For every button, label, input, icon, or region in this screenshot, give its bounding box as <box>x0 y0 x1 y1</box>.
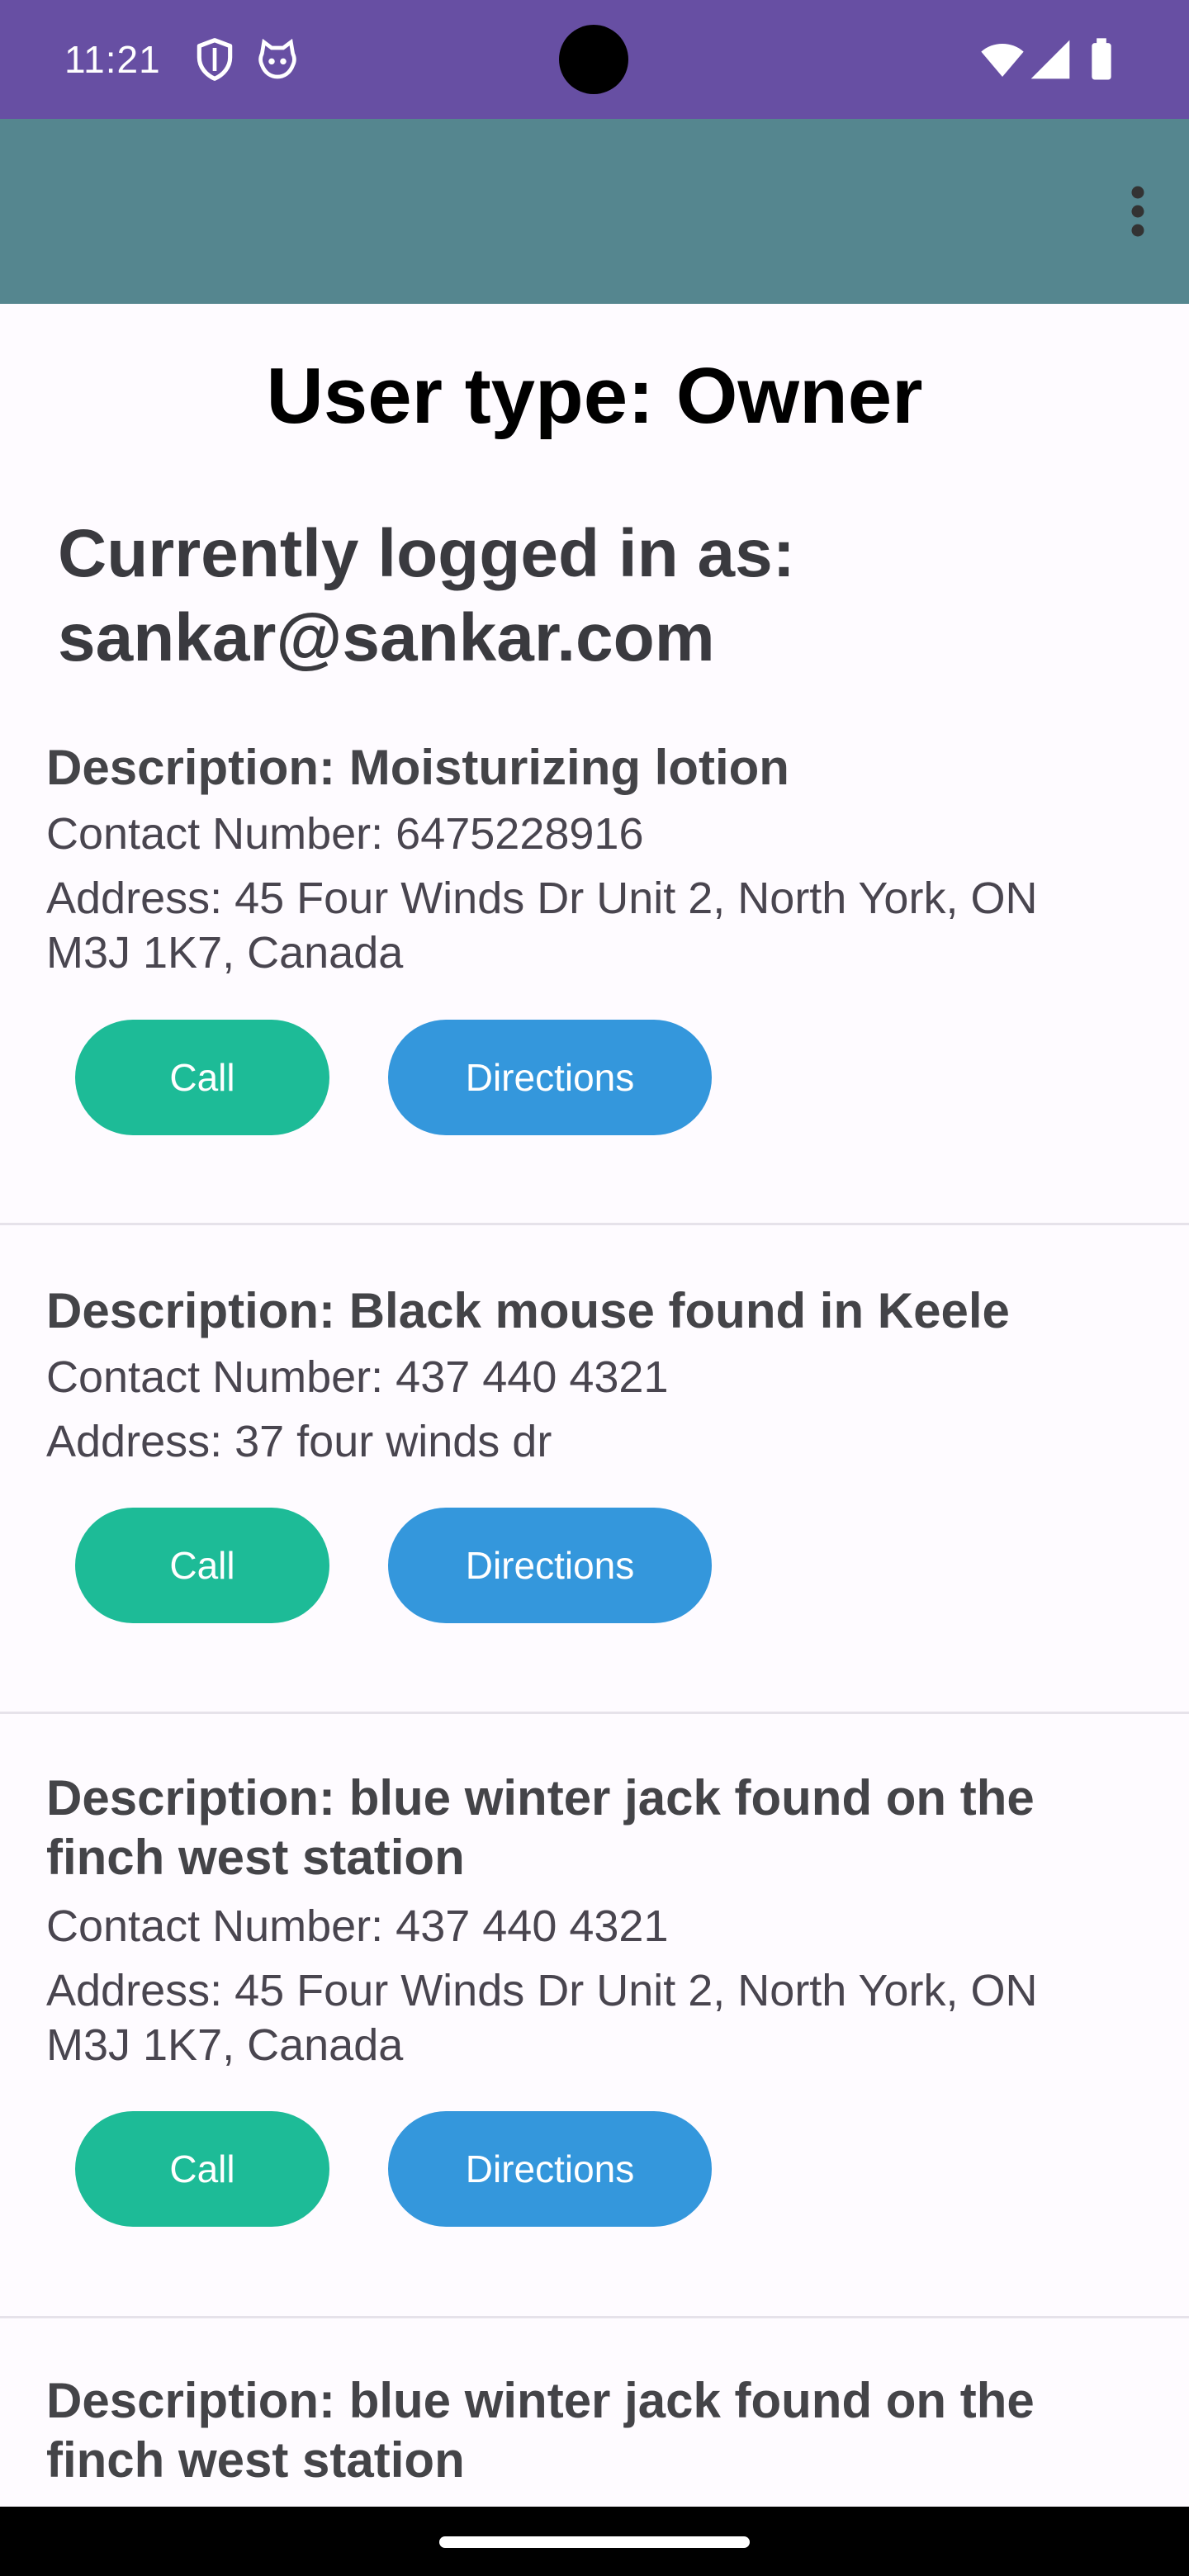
overflow-menu-button[interactable] <box>1105 165 1171 258</box>
listing-address: Address: 37 four winds dr <box>46 1417 552 1466</box>
directions-button[interactable]: Directions <box>388 1020 712 1135</box>
listing-address: Address: 45 Four Winds Dr Unit 2, North … <box>46 1966 1038 2070</box>
content-area[interactable]: User type: Owner Currently logged in as:… <box>0 304 1189 2507</box>
battery-icon <box>1092 38 1111 80</box>
shield-icon <box>197 38 233 81</box>
directions-button[interactable]: Directions <box>388 1508 712 1623</box>
call-button[interactable]: Call <box>75 1020 329 1135</box>
wifi-icon <box>981 44 1024 77</box>
user-type-heading: User type: Owner <box>266 352 923 440</box>
listing-description: Description: Moisturizing lotion <box>46 740 789 795</box>
cellular-signal-icon <box>1030 40 1070 79</box>
listing-description: Description: blue winter jack found on t… <box>46 1770 1035 1885</box>
directions-button[interactable]: Directions <box>388 2111 712 2227</box>
listing-address: Address: 45 Four Winds Dr Unit 2, North … <box>46 874 1038 978</box>
status-bar: 11:21 <box>0 0 1189 119</box>
home-gesture-handle[interactable] <box>439 2536 750 2548</box>
cat-face-icon <box>258 38 296 79</box>
camera-cutout <box>559 25 628 94</box>
call-button[interactable]: Call <box>75 2111 329 2227</box>
listing-contact: Contact Number: 437 440 4321 <box>46 1901 669 1951</box>
listing-description: Description: Black mouse found in Keele <box>46 1283 1010 1338</box>
listing-contact: Contact Number: 437 440 4321 <box>46 1352 669 1402</box>
call-button[interactable]: Call <box>75 1508 329 1623</box>
more-vert-icon <box>1131 186 1144 237</box>
app-bar <box>0 119 1189 304</box>
logged-in-label: Currently logged in as: sankar@sankar.co… <box>58 516 795 675</box>
listing-contact: Contact Number: 6475228916 <box>46 809 644 859</box>
listing-description: Description: blue winter jack found on t… <box>46 2373 1035 2488</box>
status-time: 11:21 <box>64 38 161 81</box>
navigation-bar <box>0 2507 1189 2576</box>
